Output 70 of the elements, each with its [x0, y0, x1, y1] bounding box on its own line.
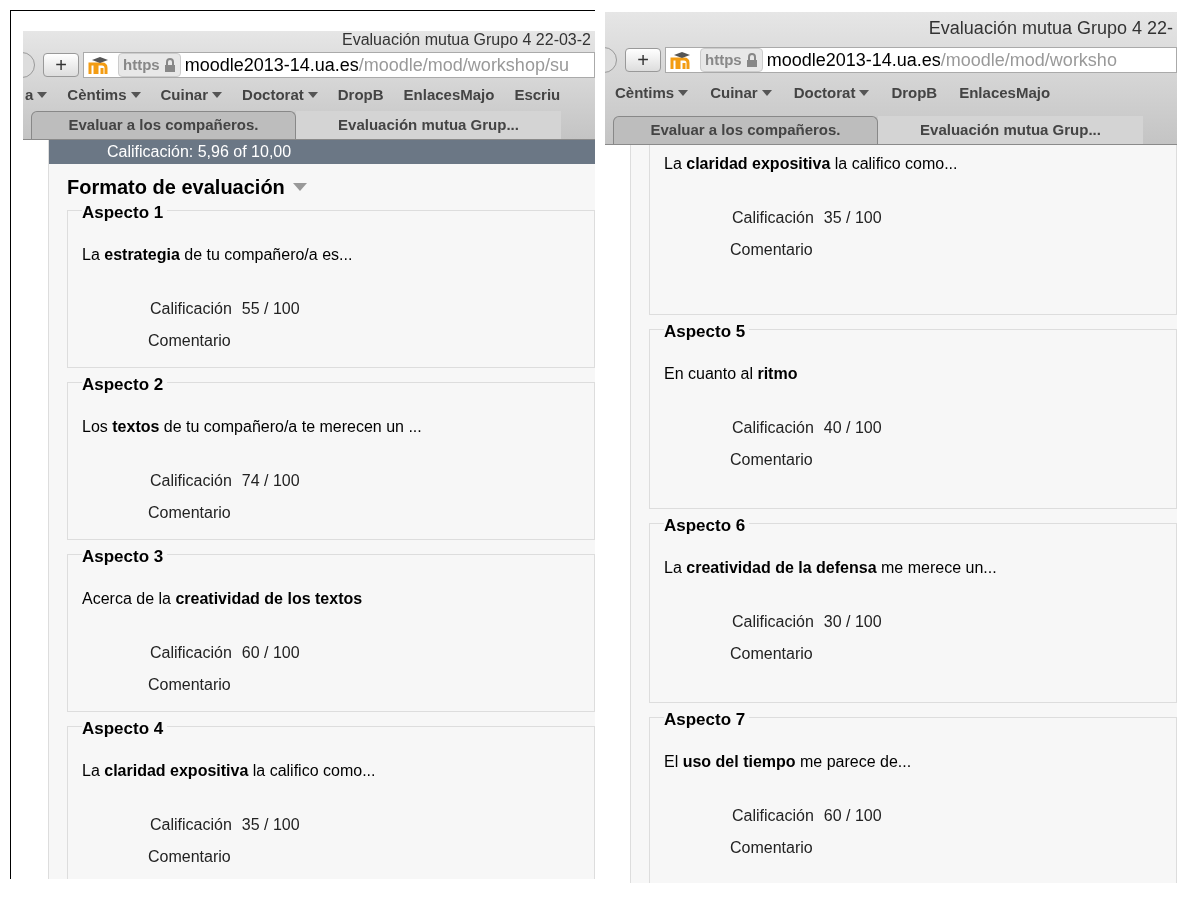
comment-label: Comentario: [729, 644, 814, 664]
grade-value: 30 / 100: [823, 612, 882, 632]
bookmark-item[interactable]: DropB: [891, 81, 938, 105]
comment-label: Comentario: [147, 847, 232, 867]
bookmark-item[interactable]: Cèntims: [67, 83, 141, 107]
caret-icon: [678, 89, 689, 97]
bookmark-item[interactable]: Doctorat: [242, 83, 318, 107]
bookmark-item[interactable]: Cuinar: [160, 83, 223, 107]
comment-label: Comentario: [729, 240, 814, 260]
url-text: moodle2013-14.ua.es/moodle/mod/workshop/su: [184, 53, 569, 77]
grade-banner: Calificación: 5,96 of 10,00: [49, 140, 595, 164]
aspect-prompt: La claridad expositiva la califico como...: [664, 154, 959, 174]
aspect-prompt: La creatividad de la defensa me merece un...: [664, 558, 998, 578]
grade-value: 40 / 100: [823, 418, 882, 438]
caret-icon: [292, 183, 307, 191]
aspect-prompt: En cuanto al ritmo: [664, 364, 799, 384]
grade-value: 35 / 100: [823, 208, 882, 228]
bookmark-item[interactable]: Cuinar: [710, 81, 772, 105]
comment-label: Comentario: [729, 838, 814, 858]
new-tab-button[interactable]: +: [625, 48, 661, 72]
grade-value: 35 / 100: [241, 815, 300, 835]
bookmark-item[interactable]: EnlacesMajo: [959, 81, 1051, 105]
grade-value: 55 / 100: [241, 299, 300, 319]
grade-value: 74 / 100: [241, 471, 300, 491]
browser-tab[interactable]: Evaluación mutua Grup...: [878, 116, 1143, 144]
caret-icon: [212, 91, 223, 99]
https-badge: https: [118, 53, 181, 77]
grade-label: Calificación: [150, 643, 232, 663]
aspect-prompt: Acerca de la creatividad de los textos: [82, 589, 364, 609]
caret-icon: [37, 91, 48, 99]
address-bar[interactable]: https moodle2013-14.ua.es/moodle/mod/worksho: [665, 47, 1177, 73]
https-badge: https: [700, 48, 763, 72]
aspect-prompt: La claridad expositiva la califico como...: [82, 761, 377, 781]
aspect-prompt: El uso del tiempo me parece de...: [664, 752, 913, 772]
section-title: Formato de evaluación: [67, 175, 285, 200]
bookmark-item[interactable]: Doctorat: [793, 81, 870, 105]
comment-label: Comentario: [147, 331, 232, 351]
window-title: Evaluación mutua Grupo 4 22-03-2: [341, 31, 591, 49]
comment-label: Comentario: [147, 503, 232, 523]
comment-label: Comentario: [729, 450, 814, 470]
browser-tab[interactable]: Evaluar a los compañeros.: [31, 111, 296, 139]
caret-icon: [761, 89, 772, 97]
lock-icon: [163, 58, 176, 72]
caret-icon: [307, 91, 318, 99]
window-title: Evaluación mutua Grupo 4 22-: [928, 16, 1173, 40]
new-tab-button[interactable]: +: [43, 53, 79, 77]
browser-tab[interactable]: Evaluación mutua Grup...: [296, 111, 561, 139]
bookmark-item[interactable]: Cèntims: [615, 81, 689, 105]
bookmark-item[interactable]: Escriu: [514, 83, 561, 107]
grade-label: Calificación: [732, 208, 814, 228]
grade-value: 60 / 100: [241, 643, 300, 663]
bookmark-item[interactable]: DropB: [337, 83, 384, 107]
lock-icon: [745, 53, 758, 67]
aspect-prompt: Los textos de tu compañero/a te merecen un ...: [82, 417, 423, 437]
comment-label: Comentario: [147, 675, 232, 695]
aspect-prompt: La estrategia de tu compañero/a es...: [82, 245, 354, 265]
address-bar[interactable]: https moodle2013-14.ua.es/moodle/mod/workshop/su: [83, 52, 595, 78]
caret-icon: [130, 91, 141, 99]
bookmark-item[interactable]: a: [25, 83, 48, 107]
grade-label: Calificación: [732, 612, 814, 632]
grade-label: Calificación: [150, 815, 232, 835]
grade-label: Calificación: [732, 418, 814, 438]
grade-label: Calificación: [150, 471, 232, 491]
grade-value: 60 / 100: [823, 806, 882, 826]
bookmark-item[interactable]: EnlacesMajo: [403, 83, 495, 107]
grade-label: Calificación: [732, 806, 814, 826]
browser-tab[interactable]: Evaluar a los compañeros.: [613, 116, 878, 144]
url-text: moodle2013-14.ua.es/moodle/mod/worksho: [766, 48, 1117, 72]
grade-label: Calificación: [150, 299, 232, 319]
caret-icon: [859, 89, 870, 97]
